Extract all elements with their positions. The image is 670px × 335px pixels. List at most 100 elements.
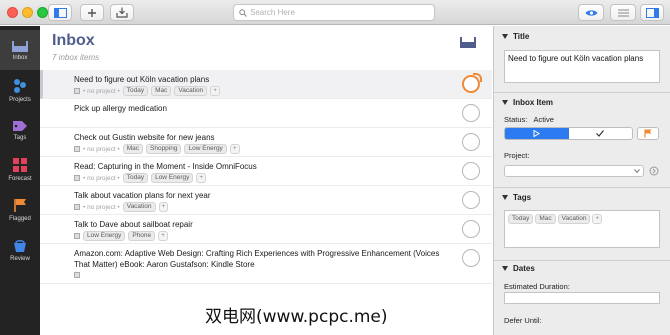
show-inspector-list-button[interactable] [610,4,636,21]
sidebar-item-review[interactable]: Review [0,230,40,270]
sidebar-item-tags[interactable]: Tags [0,110,40,150]
disclosure-triangle-icon[interactable] [502,195,508,200]
sidebar-item-flagged[interactable]: Flagged [0,190,40,230]
divider [494,187,670,188]
task-title[interactable]: Read: Capturing in the Moment - Inside O… [74,161,454,172]
project-select[interactable] [504,165,644,177]
title-section-header[interactable]: Title [502,32,529,41]
tags-section-header[interactable]: Tags [502,193,531,202]
sidebar-item-forecast[interactable]: Forecast [0,150,40,190]
task-meta: Low Energy Phone + [74,231,168,241]
item-count: 7 inbox items [52,53,100,62]
task-title[interactable]: Talk to Dave about sailboat repair [74,219,454,230]
search-field[interactable]: Search Here [233,4,435,21]
task-row[interactable]: Talk about vacation plans for next year … [40,186,492,215]
tag-chip[interactable]: Vacation [174,86,208,96]
sidebar-item-projects[interactable]: Projects [0,70,40,110]
task-meta: • no project • Today Mac Vacation + [74,86,220,96]
tag-chip[interactable]: Shopping [146,144,182,154]
task-row[interactable]: Check out Gustin website for new jeans •… [40,128,492,157]
estimated-duration-field[interactable] [504,292,660,304]
task-row[interactable]: Amazon.com: Adaptive Web Design: Craftin… [40,244,492,284]
flag-toggle-button[interactable] [637,127,659,140]
tag-chip[interactable]: Low Energy [83,231,126,241]
zoom-window-button[interactable] [37,7,48,18]
inbox-item-section-header[interactable]: Inbox Item [502,98,553,107]
sidebar-toggle-button[interactable] [48,4,72,21]
checkmark-icon [596,130,605,137]
active-status-button[interactable] [505,128,569,139]
disclosure-triangle-icon[interactable] [502,34,508,39]
title-field[interactable]: Need to figure out Köln vacation plans [504,50,660,83]
sidebar-label-projects: Projects [9,96,31,103]
task-checkbox[interactable] [462,220,480,238]
tag-chip[interactable]: Low Energy [151,173,194,183]
sidebar-label-tags: Tags [13,134,27,141]
tag-chip[interactable]: Vacation [557,214,591,224]
play-icon [533,130,541,137]
task-checkbox[interactable] [462,249,480,267]
task-title[interactable]: Need to figure out Köln vacation plans [74,74,454,85]
task-title[interactable]: Amazon.com: Adaptive Web Design: Craftin… [74,248,454,270]
task-row[interactable]: Need to figure out Köln vacation plans •… [40,70,492,99]
sidebar-label-inbox: Inbox [12,54,28,61]
task-row[interactable]: Read: Capturing in the Moment - Inside O… [40,157,492,186]
status-label: Status: [504,115,528,124]
tag-chip[interactable]: Today [122,86,149,96]
dates-section-header[interactable]: Dates [502,264,535,273]
disclosure-triangle-icon[interactable] [502,266,508,271]
tag-chip[interactable]: Today [508,214,534,224]
tag-chip[interactable]: Vacation [122,202,156,212]
clean-up-button[interactable] [110,4,134,21]
task-checkbox[interactable] [462,133,480,151]
tag-chip[interactable]: Low Energy [184,144,227,154]
add-tag-button[interactable]: + [196,173,207,183]
defer-until-label: Defer Until: [504,316,542,325]
add-tag-button[interactable]: + [229,144,240,154]
estimated-duration-label: Estimated Duration: [504,282,570,291]
task-row[interactable]: Talk to Dave about sailboat repair Low E… [40,215,492,244]
divider [494,260,670,261]
project-label[interactable]: • no project • [83,175,120,182]
close-window-button[interactable] [7,7,18,18]
project-label[interactable]: • no project • [83,204,120,211]
sidebar-item-inbox[interactable]: Inbox [0,30,40,70]
projects-icon [14,78,26,93]
tag-chip[interactable]: Today [122,173,149,183]
view-options-button[interactable] [578,4,604,21]
sidebar-label-review: Review [10,255,30,262]
perspective-sidebar: Inbox Projects Tags Forecast Flagged Rev… [0,26,40,335]
task-checkbox[interactable] [462,104,480,122]
inspector-toggle-button[interactable] [640,4,664,21]
new-item-button[interactable] [80,4,104,21]
task-title[interactable]: Pick up allergy medication [74,103,454,114]
task-checkbox[interactable] [462,191,480,209]
inbox-list: Inbox 7 inbox items Need to figure out K… [40,26,492,335]
task-meta: • no project • Today Low Energy + [74,173,207,183]
add-tag-button[interactable]: + [210,86,220,96]
task-checkbox[interactable] [462,73,482,93]
task-title[interactable]: Check out Gustin website for new jeans [74,132,454,143]
add-tag-button[interactable]: + [158,202,169,212]
add-tag-button[interactable]: + [158,231,168,241]
tag-chip[interactable]: Mac [122,144,143,154]
complete-status-button[interactable] [568,128,632,139]
tag-chip[interactable]: Mac [151,86,172,96]
go-to-project-icon[interactable] [649,166,659,176]
chevron-down-icon [634,169,640,174]
task-row[interactable]: Pick up allergy medication [40,99,492,128]
status-value: Active [533,115,554,124]
task-checkbox[interactable] [462,162,480,180]
project-label[interactable]: • no project • [83,146,120,153]
watermark-text: 双电网(www.pcpc.me) [205,307,388,327]
task-title[interactable]: Talk about vacation plans for next year [74,190,454,201]
tag-chip[interactable]: Phone [128,231,156,241]
inbox-item-header: Inbox Item [513,98,554,107]
add-tag-button[interactable]: + [592,214,603,224]
project-label[interactable]: • no project • [83,88,120,95]
tag-chip[interactable]: Mac [535,214,556,224]
disclosure-triangle-icon[interactable] [502,100,508,105]
note-icon [74,204,80,210]
minimize-window-button[interactable] [22,7,33,18]
tags-field[interactable]: Today Mac Vacation + [504,210,660,248]
